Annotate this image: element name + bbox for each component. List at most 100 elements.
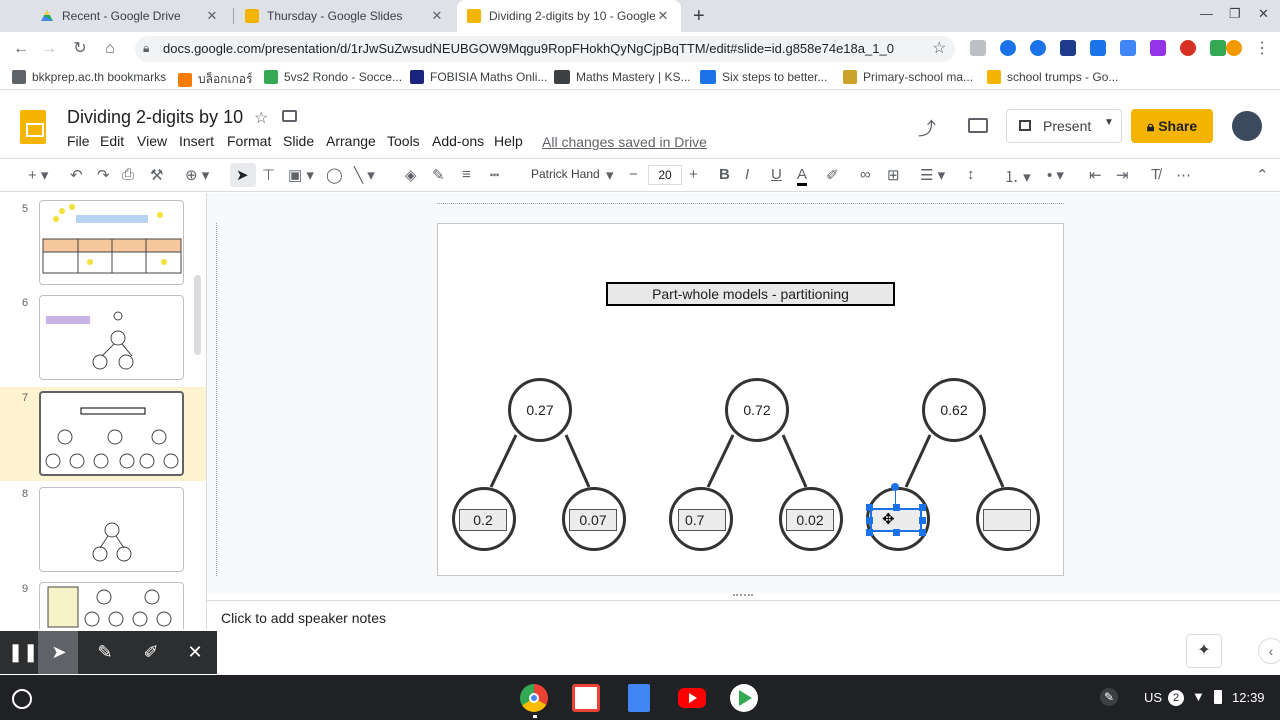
resize-handle[interactable] [866, 517, 873, 524]
extension-icon[interactable] [1150, 40, 1166, 56]
tab-google-drive[interactable]: Recent - Google Drive ✕ [30, 0, 230, 32]
resize-handle[interactable] [919, 529, 926, 536]
side-panel-toggle-icon[interactable]: ‹ [1258, 638, 1280, 664]
bookmark-six-steps[interactable]: Six steps to better... [700, 70, 827, 84]
part-value-box[interactable]: 0.7 [678, 509, 726, 531]
line-spacing-icon[interactable]: ↕ [967, 166, 975, 183]
underline-icon[interactable]: U [771, 166, 782, 183]
notes-resize-handle[interactable] [733, 594, 753, 596]
activity-trend-icon[interactable]: ⤴ [918, 115, 936, 141]
tab-dividing-slides[interactable]: Dividing 2-digits by 10 - Google S ✕ [457, 0, 681, 32]
slides-logo-icon[interactable] [20, 110, 46, 144]
zoom-icon[interactable]: ⊕ ▾ [185, 166, 209, 184]
slide-title-box[interactable]: Part-whole models - partitioning [606, 282, 895, 306]
bookmark-maths-mastery[interactable]: Maths Mastery | KS... [554, 70, 690, 84]
whole-circle[interactable]: 0.27 [508, 378, 572, 442]
extension-icon[interactable] [970, 40, 986, 56]
update-icon[interactable] [1226, 40, 1242, 56]
clock[interactable]: 12:39 [1232, 690, 1265, 705]
explore-icon[interactable]: ✦ [1186, 634, 1222, 668]
resize-handle[interactable] [866, 504, 873, 511]
increase-font-size-icon[interactable]: + [689, 166, 698, 183]
stylus-icon[interactable]: ✎ [1100, 688, 1118, 706]
bold-icon[interactable]: B [719, 166, 730, 183]
border-dash-icon[interactable]: ┅ [490, 166, 499, 184]
google-docs-icon[interactable] [628, 684, 650, 712]
document-title[interactable]: Dividing 2-digits by 10 [67, 107, 243, 128]
paint-format-icon[interactable]: ⚒ [150, 166, 163, 184]
extension-icon[interactable] [1180, 40, 1196, 56]
move-folder-icon[interactable] [282, 110, 297, 122]
filmstrip-scrollbar[interactable] [194, 275, 201, 355]
bulleted-list-icon[interactable]: • ▾ [1047, 166, 1064, 184]
pen-icon[interactable]: ✎ [94, 641, 116, 663]
speaker-notes-placeholder[interactable]: Click to add speaker notes [221, 610, 386, 626]
part-value-box[interactable]: 0.07 [569, 509, 617, 531]
font-dropdown-icon[interactable]: ▾ [606, 166, 614, 184]
menu-file[interactable]: File [67, 133, 90, 149]
text-box-icon[interactable]: ⊤ [262, 166, 275, 184]
highlight-color-icon[interactable]: ✐ [826, 166, 839, 184]
font-size-input[interactable]: 20 [648, 165, 682, 185]
extension-icon[interactable] [1210, 40, 1226, 56]
rotate-handle[interactable] [891, 483, 899, 491]
insert-link-icon[interactable]: ∞ [860, 166, 871, 183]
whole-circle[interactable]: 0.62 [922, 378, 986, 442]
minimize-icon[interactable]: — [1200, 6, 1213, 21]
clear-formatting-icon[interactable]: T̸ [1151, 166, 1160, 183]
horizontal-ruler[interactable] [437, 196, 1064, 204]
menu-edit[interactable]: Edit [100, 133, 124, 149]
decrease-indent-icon[interactable]: ⇤ [1089, 166, 1102, 184]
menu-arrange[interactable]: Arrange [326, 133, 376, 149]
menu-add-ons[interactable]: Add-ons [432, 133, 484, 149]
slide-thumbnail[interactable] [39, 582, 184, 629]
part-value-box[interactable] [983, 509, 1031, 531]
save-status[interactable]: All changes saved in Drive [542, 134, 707, 150]
menu-view[interactable]: View [137, 133, 167, 149]
slide-thumbnail-active[interactable] [39, 391, 184, 476]
extension-icon[interactable] [1000, 40, 1016, 56]
reload-icon[interactable]: ↻ [69, 38, 91, 60]
new-slide-icon[interactable]: + ▾ [28, 166, 48, 184]
add-comment-icon[interactable]: ⊞ [887, 166, 900, 184]
resize-handle[interactable] [893, 529, 900, 536]
notification-count[interactable]: 2 [1168, 690, 1184, 706]
browser-menu-icon[interactable]: ⋮ [1254, 38, 1270, 58]
pause-icon[interactable]: ❚❚ [8, 641, 38, 663]
line-icon[interactable]: ╲ ▾ [354, 166, 375, 184]
close-tab-icon[interactable]: ✕ [429, 8, 445, 24]
highlighter-icon[interactable]: ✐ [140, 641, 162, 663]
home-icon[interactable]: ⌂ [99, 38, 121, 60]
slide-thumbnail[interactable] [39, 200, 184, 285]
italic-icon[interactable]: I [745, 166, 749, 183]
print-icon[interactable]: ⎙ [122, 166, 134, 183]
text-color-icon[interactable]: A [797, 166, 808, 186]
border-color-icon[interactable]: ✎ [432, 166, 445, 184]
part-value-box[interactable]: 0.2 [459, 509, 507, 531]
close-window-icon[interactable]: ✕ [1258, 6, 1269, 22]
lock-icon[interactable]: 🔒︎ [143, 41, 149, 56]
menu-insert[interactable]: Insert [179, 133, 214, 149]
more-options-icon[interactable]: ⋯ [1176, 166, 1191, 184]
extension-icon[interactable] [1120, 40, 1136, 56]
close-tab-icon[interactable]: ✕ [204, 8, 220, 24]
slide-thumbnail[interactable] [39, 487, 184, 572]
extension-icon[interactable] [1030, 40, 1046, 56]
bookmark-blogger[interactable]: บล็อกเกอร์ [178, 70, 252, 89]
restore-icon[interactable]: ❐ [1229, 6, 1241, 22]
gmail-icon[interactable] [572, 684, 600, 712]
select-cursor-icon[interactable]: ➤ [236, 166, 249, 184]
image-icon[interactable]: ▣ ▾ [288, 166, 314, 184]
input-locale[interactable]: US [1144, 690, 1162, 705]
bookmark-fobisia[interactable]: FOBISIA Maths Onli... [410, 70, 547, 84]
star-icon[interactable]: ☆ [254, 108, 268, 128]
pointer-icon[interactable]: ➤ [48, 641, 70, 663]
align-icon[interactable]: ☰ ▾ [920, 166, 945, 184]
bookmark-bkkprep[interactable]: bkkprep.ac.th bookmarks [12, 70, 166, 84]
extension-icon[interactable] [1060, 40, 1076, 56]
bookmark-star-icon[interactable]: ☆ [932, 38, 946, 58]
increase-indent-icon[interactable]: ⇥ [1116, 166, 1129, 184]
share-button[interactable]: 🔒︎ Share [1131, 109, 1213, 143]
menu-slide[interactable]: Slide [283, 133, 314, 149]
collapse-toolbar-icon[interactable]: ⌃ [1256, 166, 1269, 184]
